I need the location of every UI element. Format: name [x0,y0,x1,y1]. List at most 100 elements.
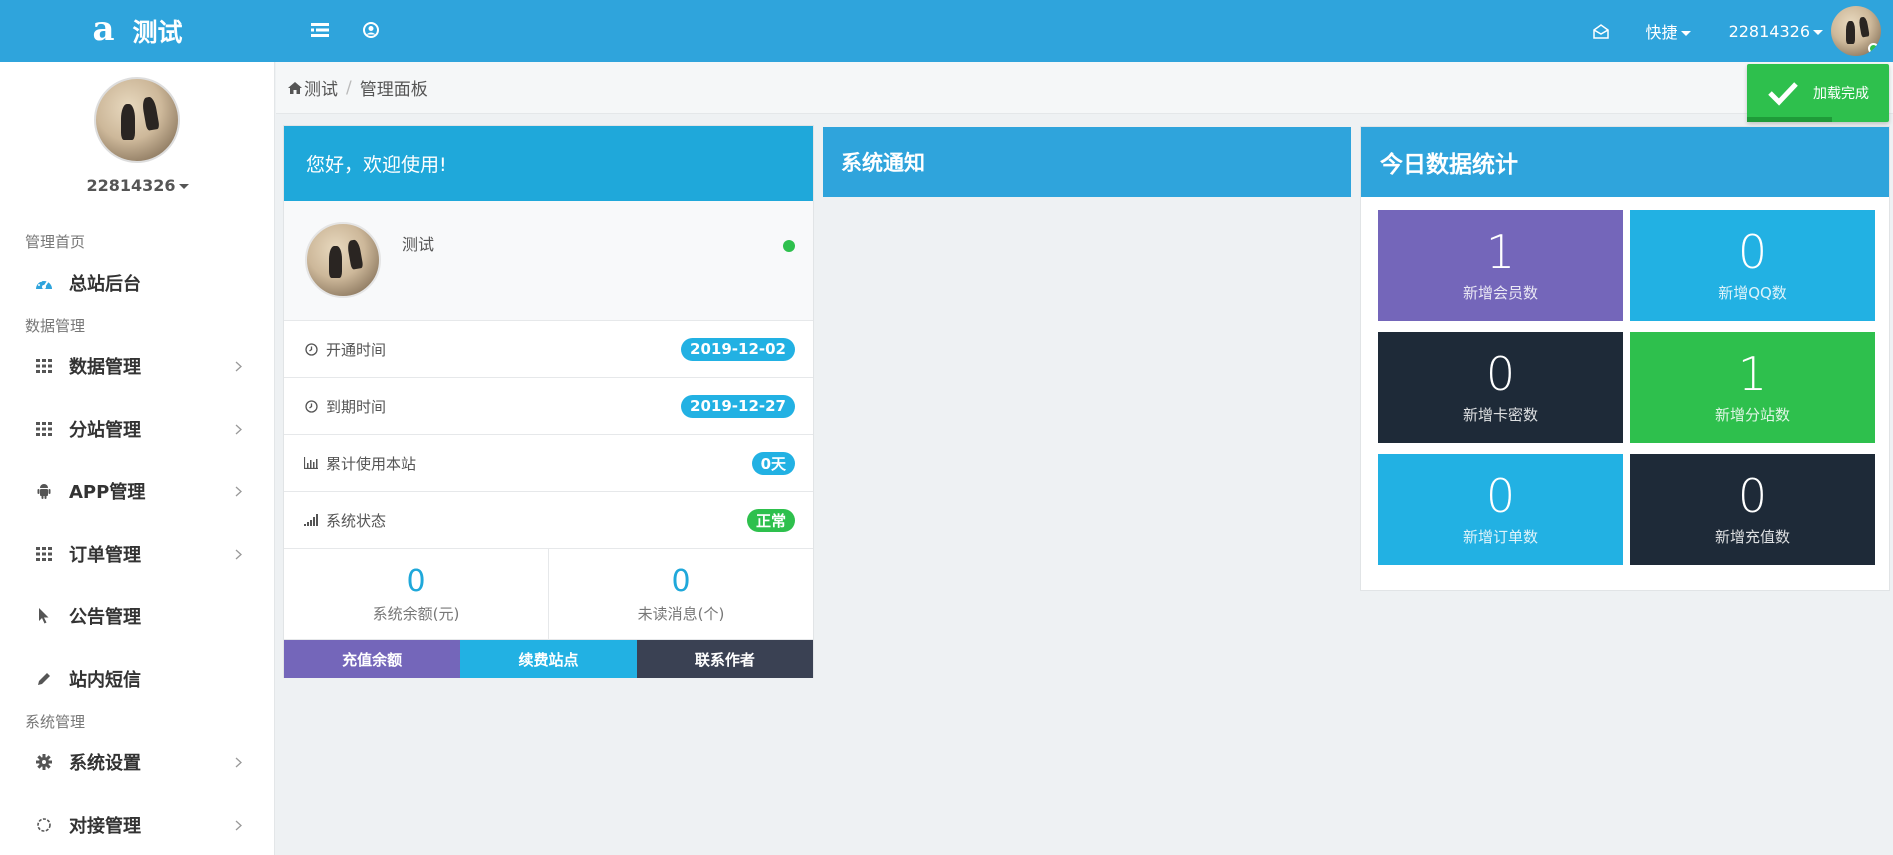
account-stats: 0 系统余额(元) 0 未读消息(个) [284,549,813,640]
quick-menu-dropdown[interactable]: 快捷 [1646,19,1691,43]
sidebar-item-settings[interactable]: 系统设置 [0,742,275,782]
renew-site-button[interactable]: 续费站点 [460,640,637,678]
unread-label: 未读消息(个) [637,605,725,623]
header-username: 22814326 [1728,21,1810,41]
stat-label: 新增充值数 [1714,528,1790,546]
stat-value: 0 [1737,225,1768,279]
balance-label: 系统余额(元) [372,605,460,623]
stat-value: 0 [1485,347,1516,401]
sidebar-item-label: 总站后台 [69,274,141,295]
clock-icon [304,399,318,413]
chevron-right-icon [232,756,244,768]
breadcrumb-separator: / [346,77,352,98]
stat-label: 新增订单数 [1462,528,1538,546]
sidebar-item-label: 站内短信 [69,670,141,691]
action-buttons: 充值余额 续费站点 联系作者 [284,640,813,678]
balance-stat: 0 系统余额(元) [284,549,548,639]
stat-label: 新增卡密数 [1462,406,1538,424]
stat-tile-new-substations[interactable]: 1 新增分站数 [1630,332,1875,443]
brand[interactable]: a 测试 [0,0,275,62]
system-notice-title: 系统通知 [823,127,1351,197]
system-notice-panel: 系统通知 [823,127,1351,197]
profile-block: 测试 [284,201,813,321]
sidebar-group-home: 管理首页 [25,233,86,251]
info-row-usage-days: 累计使用本站 0天 [284,435,813,492]
today-stats-title: 今日数据统计 [1361,127,1889,197]
online-status-dot [1868,43,1879,54]
toast-text: 加载完成 [1813,86,1869,102]
sidebar-item-label: 对接管理 [69,816,141,837]
user-circle-icon[interactable] [360,19,382,41]
sidebar-item-app[interactable]: APP管理 [0,471,275,511]
welcome-title: 您好，欢迎使用! [284,126,813,201]
stat-label: 新增会员数 [1462,284,1538,302]
profile-name: 测试 [402,235,435,254]
stat-tile-new-members[interactable]: 1 新增会员数 [1378,210,1623,321]
sidebar-item-dashboard[interactable]: 总站后台 [0,263,275,303]
brand-logo: a [92,9,115,49]
sidebar-user-dropdown[interactable]: 22814326 [0,176,275,195]
chevron-right-icon [232,423,244,435]
stat-tile-new-qq[interactable]: 0 新增QQ数 [1630,210,1875,321]
sidebar-avatar[interactable] [94,77,180,163]
info-row-label: 开通时间 [326,340,387,359]
chevron-right-icon [232,548,244,560]
header-avatar[interactable] [1831,6,1881,56]
unread-value: 0 [671,564,691,599]
chevron-right-icon [232,360,244,372]
grid-icon [34,356,54,376]
sidebar-item-integration[interactable]: 对接管理 [0,805,275,845]
stat-tile-new-cards[interactable]: 0 新增卡密数 [1378,332,1623,443]
sidebar-item-messages[interactable]: 站内短信 [0,659,275,699]
stat-value: 1 [1485,225,1516,279]
stat-tile-new-recharges[interactable]: 0 新增充值数 [1630,454,1875,565]
stat-label: 新增QQ数 [1718,284,1787,302]
dashboard-icon [34,273,54,293]
unread-stat: 0 未读消息(个) [548,549,813,639]
stat-label: 新增分站数 [1714,406,1790,424]
sidebar-group-system: 系统管理 [25,713,86,731]
menu-toggle-icon[interactable] [309,19,331,41]
sidebar-item-data[interactable]: 数据管理 [0,346,275,386]
site-name: 测试 [132,18,183,47]
sidebar-item-label: 公告管理 [69,607,141,628]
stat-tile-new-orders[interactable]: 0 新增订单数 [1378,454,1623,565]
info-row-label: 到期时间 [326,397,387,416]
open-date-badge: 2019-12-02 [681,337,795,361]
sidebar-item-orders[interactable]: 订单管理 [0,534,275,574]
home-icon[interactable] [288,78,304,98]
online-status-dot [783,240,795,252]
today-stats-panel: 今日数据统计 1 新增会员数 0 新增QQ数 0 新增卡密数 1 新增分站数 0… [1360,126,1890,591]
breadcrumb-current: 管理面板 [359,80,428,100]
android-icon [34,481,54,501]
expire-date-badge: 2019-12-27 [681,394,795,418]
circle-notch-icon [34,815,54,835]
info-row-system-status: 系统状态 正常 [284,492,813,549]
sidebar-item-label: 分站管理 [69,420,141,441]
sidebar-item-label: APP管理 [69,482,146,503]
usage-days-badge: 0天 [751,451,795,475]
cursor-icon [34,606,54,626]
gear-icon [34,752,54,772]
mail-icon[interactable] [1590,20,1612,42]
grid-icon [34,419,54,439]
user-dropdown[interactable]: 22814326 [1729,22,1823,41]
stat-value: 1 [1737,347,1768,401]
info-row-label: 系统状态 [326,511,387,530]
grid-icon [34,544,54,564]
sidebar-username: 22814326 [86,176,176,195]
stat-value: 0 [1485,469,1516,523]
bar-chart-icon [304,456,318,470]
top-navbar: a 测试 快捷 22814326 [0,0,1893,62]
balance-value: 0 [406,564,426,599]
sidebar-group-data: 数据管理 [25,317,86,335]
recharge-button[interactable]: 充值余额 [284,640,461,678]
system-status-badge: 正常 [746,508,795,532]
chevron-right-icon [232,485,244,497]
loading-complete-toast[interactable]: 加载完成 [1747,64,1889,122]
breadcrumb-home-link[interactable]: 测试 [304,75,338,100]
sidebar-item-substation[interactable]: 分站管理 [0,409,275,449]
sidebar-item-label: 订单管理 [69,545,141,566]
contact-author-button[interactable]: 联系作者 [636,640,813,678]
sidebar-item-announcements[interactable]: 公告管理 [0,596,275,636]
